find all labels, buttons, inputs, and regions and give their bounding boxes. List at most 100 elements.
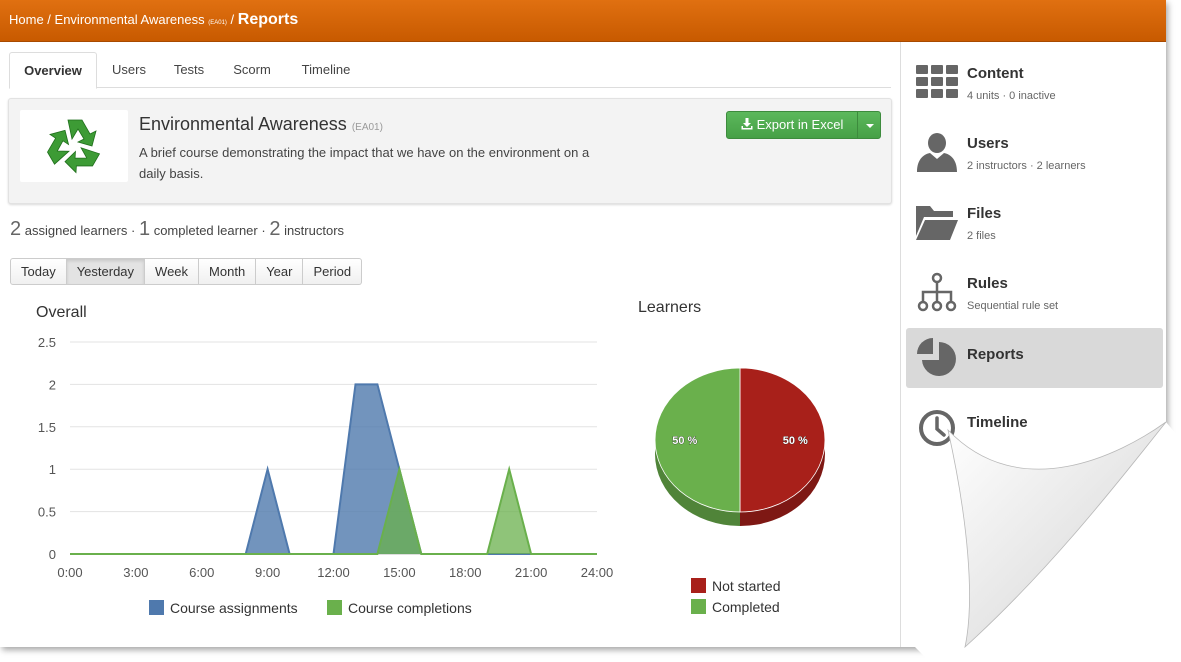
overall-y-tick: 0.5 <box>38 505 56 520</box>
overall-legend-item[interactable]: Course completions <box>327 600 472 616</box>
overall-y-tick: 2 <box>49 377 56 392</box>
overall-x-tick: 18:00 <box>449 565 482 580</box>
legend-label: Completed <box>712 599 780 615</box>
breadcrumb-separator: / <box>43 12 55 27</box>
legend-label: Course assignments <box>170 600 298 616</box>
folder-icon <box>916 206 958 240</box>
legend-swatch <box>691 599 706 614</box>
legend-label: Not started <box>712 578 780 594</box>
user-icon <box>917 133 957 172</box>
tab-users[interactable]: Users <box>101 52 157 88</box>
rules-icon <box>917 272 957 312</box>
recycle-icon <box>47 119 101 174</box>
pie-slice-label: 50 % <box>672 435 697 447</box>
period-selector: Today Yesterday Week Month Year Period <box>10 258 363 285</box>
tab-bar: Overview Users Tests Scorm Timeline <box>9 52 891 89</box>
sidebar-item-reports[interactable]: Reports <box>906 328 1163 388</box>
legend-label: Course completions <box>348 600 472 616</box>
course-title-text: Environmental Awareness <box>139 114 347 134</box>
sidebar-item-content-title: Content <box>967 65 1024 82</box>
completed-count: 1 <box>138 218 151 240</box>
breadcrumb-separator: / <box>226 12 238 27</box>
sidebar-item-users[interactable]: Users 2 instructors · 2 learners <box>906 122 1163 182</box>
period-year-button[interactable]: Year <box>256 258 304 285</box>
overall-x-tick: 12:00 <box>317 565 350 580</box>
assigned-count: 2 <box>10 218 22 240</box>
export-excel-main[interactable]: Export in Excel <box>727 112 857 138</box>
download-icon <box>741 118 753 130</box>
sidebar: Content 4 units · 0 inactive Users 2 ins… <box>901 42 1166 647</box>
sidebar-item-timeline-title: Timeline <box>967 414 1028 431</box>
assigned-label: assigned learners <box>24 223 128 238</box>
sidebar-item-users-title: Users <box>967 135 1009 152</box>
learners-legend-item[interactable]: Completed <box>691 599 780 615</box>
overall-y-tick: 1.5 <box>38 420 56 435</box>
overall-x-tick: 24:00 <box>581 565 614 580</box>
sidebar-item-content[interactable]: Content 4 units · 0 inactive <box>906 52 1163 112</box>
sidebar-item-rules-subtitle: Sequential rule set <box>967 300 1059 312</box>
caret-down-icon <box>865 123 874 128</box>
stats-separator: · <box>127 223 139 238</box>
learners-chart-title: Learners <box>638 299 701 316</box>
course-panel: Environmental Awareness (EA01) A brief c… <box>8 98 892 204</box>
breadcrumb-current: Reports <box>237 11 299 28</box>
overall-x-tick: 6:00 <box>189 565 214 580</box>
overall-legend-item[interactable]: Course assignments <box>149 600 298 616</box>
overall-x-tick: 15:00 <box>383 565 416 580</box>
grid-icon <box>916 65 958 98</box>
course-description: A brief course demonstrating the impact … <box>139 145 590 181</box>
sidebar-item-timeline[interactable]: Timeline <box>906 398 1163 458</box>
sidebar-item-files-title: Files <box>967 205 1002 222</box>
breadcrumb-course-link[interactable]: Environmental Awareness <box>55 12 205 27</box>
course-stats: 2 assigned learners · 1 completed learne… <box>10 218 344 241</box>
pie-slice-label: 50 % <box>783 435 808 447</box>
learners-legend-item[interactable]: Not started <box>691 578 780 594</box>
period-week-button[interactable]: Week <box>145 258 200 285</box>
overall-chart-svg: Overall 0 0.5 1 1.5 2 2.5 0:00 3:00 6:00 9:00 12:… <box>36 304 614 616</box>
sidebar-item-files-subtitle: 2 files <box>967 230 996 242</box>
overall-chart-title: Overall <box>36 304 87 321</box>
export-dropdown-toggle[interactable] <box>857 112 881 138</box>
breadcrumb-course-code: (EA01) <box>208 20 227 26</box>
overall-x-tick: 0:00 <box>57 565 82 580</box>
overall-y-tick: 1 <box>49 462 56 477</box>
sidebar-item-content-subtitle: 4 units · 0 inactive <box>967 90 1056 102</box>
overall-x-tick: 3:00 <box>123 565 148 580</box>
course-code: (EA01) <box>351 122 383 133</box>
overall-chart: Overall 0 0.5 1 1.5 2 2.5 0:00 3:00 6:00 9:00 12:… <box>0 290 620 630</box>
course-thumbnail <box>20 110 128 182</box>
learners-chart-svg: Learners 50 % 50 % Not started Completed <box>638 299 826 615</box>
learners-chart: Learners 50 % 50 % Not started Completed <box>620 290 900 630</box>
sidebar-item-files[interactable]: Files 2 files <box>906 192 1163 252</box>
sidebar-item-users-subtitle: 2 instructors · 2 learners <box>967 160 1086 172</box>
period-month-button[interactable]: Month <box>199 258 257 285</box>
export-excel-button[interactable]: Export in Excel <box>726 111 881 139</box>
top-bar: Home / Environmental Awareness (EA01) / … <box>0 0 1166 42</box>
sidebar-item-reports-title: Reports <box>967 346 1024 363</box>
period-today-button[interactable]: Today <box>10 258 67 285</box>
tab-timeline[interactable]: Timeline <box>289 52 363 88</box>
breadcrumb-home-link[interactable]: Home <box>9 12 44 27</box>
legend-swatch <box>327 600 342 615</box>
tab-tests[interactable]: Tests <box>161 52 217 88</box>
tab-overview[interactable]: Overview <box>9 52 97 89</box>
legend-swatch <box>149 600 164 615</box>
completed-label: completed learner <box>153 223 258 238</box>
legend-swatch <box>691 578 706 593</box>
sidebar-item-rules[interactable]: Rules Sequential rule set <box>906 262 1163 322</box>
overall-y-tick: 2.5 <box>38 335 56 350</box>
export-excel-label: Export in Excel <box>756 117 844 132</box>
tab-scorm[interactable]: Scorm <box>221 52 283 88</box>
clock-icon <box>919 410 955 446</box>
overall-x-tick: 21:00 <box>515 565 548 580</box>
page: Home / Environmental Awareness (EA01) / … <box>0 0 1181 662</box>
overall-x-tick: 9:00 <box>255 565 280 580</box>
breadcrumb: Home / Environmental Awareness (EA01) / … <box>9 11 298 29</box>
instructors-count: 2 <box>269 218 281 240</box>
course-title: Environmental Awareness (EA01) <box>139 114 383 135</box>
instructors-label: instructors <box>284 223 345 238</box>
page-sheet: Home / Environmental Awareness (EA01) / … <box>0 0 1166 647</box>
overall-y-tick: 0 <box>49 547 56 562</box>
period-yesterday-button[interactable]: Yesterday <box>66 258 146 285</box>
period-period-button[interactable]: Period <box>303 258 363 285</box>
